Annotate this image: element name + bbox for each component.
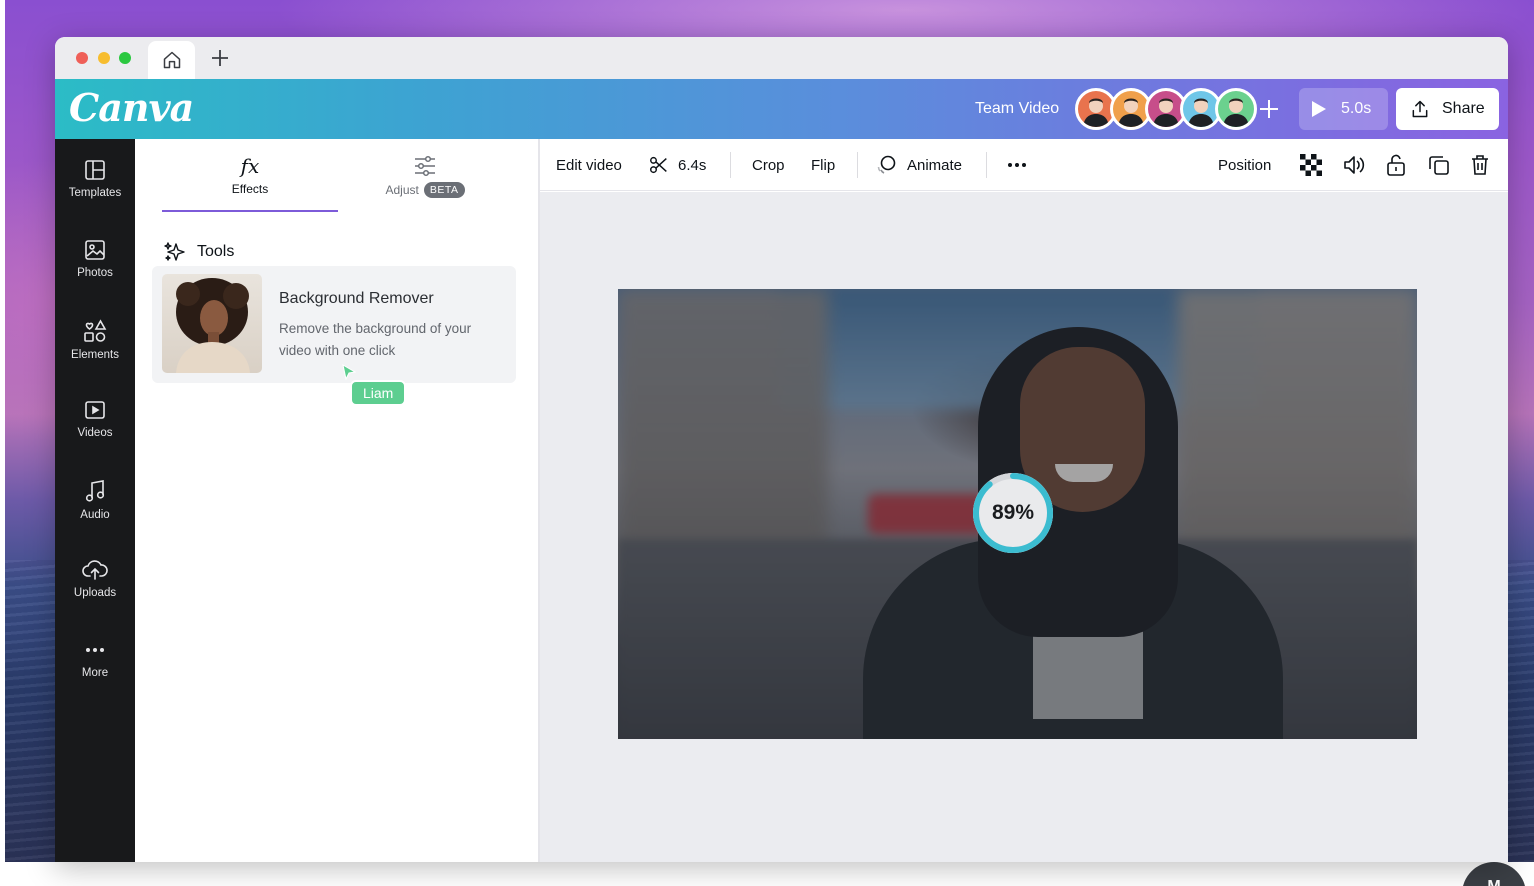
- sidebar-item-audio[interactable]: Audio: [55, 471, 135, 543]
- collaborator-cursor-icon: [342, 364, 356, 380]
- flip-button[interactable]: Flip: [811, 139, 835, 191]
- animate-button[interactable]: Animate: [875, 139, 962, 191]
- tools-heading-label: Tools: [197, 243, 235, 260]
- crop-label: Crop: [752, 156, 785, 174]
- sidebar-item-label: Templates: [68, 187, 122, 199]
- design-title[interactable]: Team Video: [975, 100, 1059, 118]
- trash-icon: [1472, 155, 1488, 175]
- background-remover-thumbnail: [162, 274, 262, 373]
- sidebar-item-label: Elements: [71, 349, 119, 361]
- home-tab[interactable]: [148, 41, 195, 79]
- sidebar-item-photos[interactable]: Photos: [55, 231, 135, 303]
- duplicate-icon: [1429, 156, 1449, 175]
- edit-video-label: Edit video: [556, 156, 622, 174]
- volume-icon: [1344, 156, 1365, 174]
- share-upload-icon: [1412, 100, 1428, 118]
- close-window-button[interactable]: [76, 52, 88, 64]
- play-icon: [1312, 101, 1326, 117]
- position-label: Position: [1218, 156, 1272, 174]
- crop-button[interactable]: Crop: [752, 139, 785, 191]
- add-collaborator-button[interactable]: [1252, 92, 1286, 126]
- audio-icon: [85, 480, 105, 502]
- background-remover-card[interactable]: Background Remover Remove the background…: [152, 266, 516, 383]
- uploads-icon: [82, 560, 108, 580]
- tab-effects[interactable]: fx Effects: [162, 139, 338, 212]
- tab-label: Adjust: [385, 183, 419, 197]
- sidebar-item-label: Uploads: [73, 587, 117, 599]
- avatar[interactable]: [1215, 88, 1257, 130]
- unlock-icon: [1387, 154, 1405, 176]
- beta-badge: BETA: [423, 182, 465, 198]
- present-play-button[interactable]: 5.0s: [1299, 88, 1388, 130]
- tab-label: Effects: [231, 182, 269, 196]
- collaborator-cursor-label: Liam: [350, 380, 407, 406]
- plus-icon: [212, 50, 228, 66]
- desktop-bottom-strip: [0, 862, 1534, 886]
- transparency-button[interactable]: [1300, 139, 1322, 191]
- effects-panel: fx Effects Adjust BETA Tools Background …: [135, 139, 540, 862]
- editor-canvas: 89%: [540, 192, 1508, 862]
- new-tab-button[interactable]: [205, 43, 235, 73]
- canva-logo[interactable]: Canva: [69, 85, 194, 130]
- sidebar-item-label: Audio: [80, 509, 110, 521]
- minimize-window-button[interactable]: [98, 52, 110, 64]
- tool-title: Background Remover: [279, 290, 434, 307]
- processing-progress-ring: 89%: [971, 471, 1055, 555]
- sidebar-item-label: More: [81, 667, 109, 679]
- toolbar-divider: [986, 152, 987, 178]
- tab-label-wrap: Adjust BETA: [385, 182, 465, 198]
- tab-adjust[interactable]: Adjust BETA: [363, 139, 487, 212]
- photos-icon: [85, 240, 105, 260]
- maximize-window-button[interactable]: [119, 52, 131, 64]
- sidebar-item-videos[interactable]: Videos: [55, 391, 135, 463]
- progress-percent-label: 89%: [991, 501, 1035, 524]
- sidebar-item-templates[interactable]: Templates: [55, 151, 135, 223]
- animate-label: Animate: [907, 156, 963, 174]
- toolbar-divider: [730, 152, 731, 178]
- browser-window: Canva Team Video 5.0s Share Templates Ph…: [55, 37, 1508, 862]
- sidebar-item-more[interactable]: More: [55, 631, 135, 703]
- tools-heading: Tools: [163, 240, 234, 264]
- share-label: Share: [1442, 100, 1485, 117]
- scissors-icon: [650, 156, 667, 174]
- more-options-button[interactable]: [1006, 139, 1028, 191]
- edit-video-button[interactable]: Edit video: [556, 139, 622, 191]
- trim-button[interactable]: 6.4s: [648, 139, 706, 191]
- video-element[interactable]: 89%: [618, 289, 1417, 739]
- play-duration-label: 5.0s: [1341, 100, 1372, 117]
- browser-tab-bar: [55, 37, 1508, 79]
- animate-icon: [877, 155, 896, 174]
- more-horizontal-icon: [1008, 163, 1026, 167]
- sidebar-item-uploads[interactable]: Uploads: [55, 551, 135, 623]
- more-icon: [86, 648, 104, 652]
- elements-icon: [84, 319, 107, 342]
- home-icon: [163, 51, 180, 69]
- position-button[interactable]: Position: [1218, 139, 1271, 191]
- trim-duration: 6.4s: [678, 156, 707, 174]
- delete-button[interactable]: [1470, 139, 1490, 191]
- sidebar-item-elements[interactable]: Elements: [55, 311, 135, 383]
- share-button[interactable]: Share: [1396, 88, 1499, 130]
- sidebar-item-label: Photos: [77, 267, 113, 279]
- sparkles-icon: [164, 242, 185, 261]
- lock-button[interactable]: [1386, 139, 1406, 191]
- tool-description: Remove the background of your video with…: [279, 321, 472, 358]
- templates-icon: [85, 160, 105, 180]
- sliders-icon: [415, 155, 435, 177]
- sidebar-item-label: Videos: [77, 427, 113, 439]
- editor-toolbar: Edit video 6.4s Crop Flip Animate Positi…: [540, 139, 1508, 191]
- left-sidebar: Templates Photos Elements Videos Audio U…: [55, 139, 135, 862]
- plus-icon: [1260, 100, 1278, 118]
- fx-icon: fx: [240, 154, 260, 178]
- portrait-thumbnail-image: [176, 278, 250, 373]
- transparency-icon: [1300, 154, 1322, 176]
- editor-header: Canva Team Video 5.0s Share: [55, 79, 1508, 139]
- duplicate-button[interactable]: [1428, 139, 1450, 191]
- toolbar-divider: [857, 152, 858, 178]
- flip-label: Flip: [811, 156, 836, 174]
- videos-icon: [85, 401, 105, 419]
- volume-button[interactable]: [1342, 139, 1366, 191]
